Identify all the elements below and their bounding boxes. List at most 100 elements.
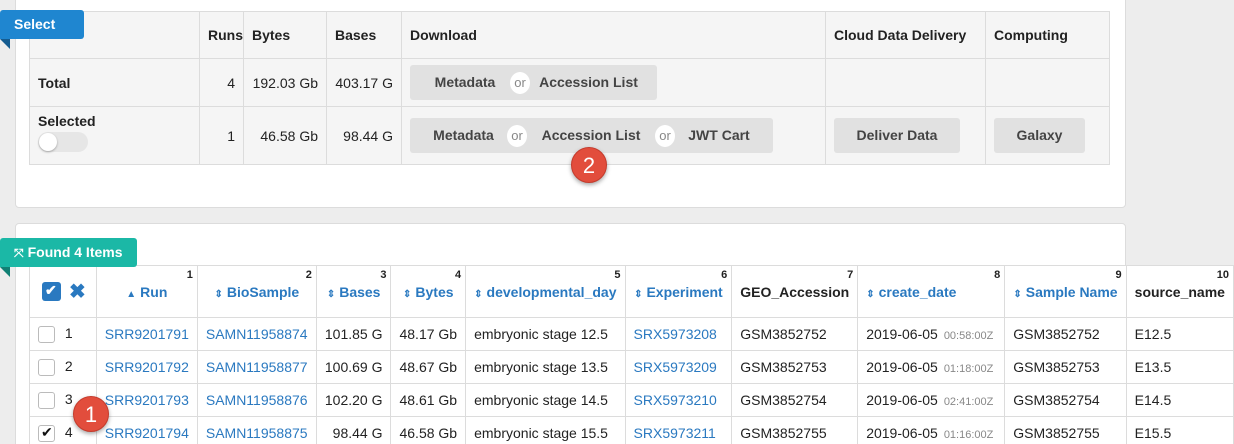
bytes-value: 48.67 Gb [390,350,467,384]
selected-runs: 1 [199,106,244,165]
selected-download-group: Metadata or Accession List or JWT Cart [410,118,817,153]
row-checkbox[interactable] [38,424,55,442]
total-download-cell: Metadata or Accession List [401,58,826,107]
geo-accession-value: GSM3852753 [731,350,859,384]
selected-cloud-cell: Deliver Data [825,106,986,165]
total-runs: 4 [199,58,244,107]
table-row: 2 SRR9201792 SAMN11958877 100.69 G 48.67… [29,350,1234,384]
row-number: 3 [64,391,73,408]
expand-icon: ⤧ [14,246,24,260]
total-download-group: Metadata or Accession List [410,65,817,100]
total-bytes: 192.03 Gb [243,58,327,107]
bytes-value: 46.58 Gb [390,416,467,444]
run-link[interactable]: SRR9201791 [95,317,198,351]
col-experiment[interactable]: 6 ⇕ Experiment [624,265,733,318]
row-number: 1 [64,325,73,342]
select-ribbon: Select [0,10,84,49]
geo-accession-value: GSM3852755 [731,416,859,444]
sample-name-value: GSM3852752 [1004,317,1127,351]
selected-computing-cell: Galaxy [985,106,1110,165]
row-select-cell: 1 [29,317,97,351]
developmental-day-value: embryonic stage 14.5 [465,383,626,417]
table-row: 1 SRR9201791 SAMN11958874 101.85 G 48.17… [29,317,1234,351]
total-metadata-button[interactable]: Metadata [410,65,520,100]
bytes-value: 48.61 Gb [390,383,467,417]
selected-metadata-button[interactable]: Metadata [410,118,517,153]
run-link[interactable]: SRR9201793 [95,383,198,417]
col-source-name[interactable]: 10 source_name [1125,265,1234,318]
summary-header-runs: Runs [199,11,244,59]
bytes-value: 48.17 Gb [390,317,467,351]
source-name-value: E12.5 [1125,317,1234,351]
deliver-data-button[interactable]: Deliver Data [834,118,960,153]
bases-value: 98.44 G [315,416,392,444]
col-geo-accession[interactable]: 7 GEO_Accession [731,265,859,318]
developmental-day-value: embryonic stage 15.5 [465,416,626,444]
row-checkbox[interactable] [38,358,55,376]
run-link[interactable]: SRR9201794 [95,416,198,444]
table-row: 4 SRR9201794 SAMN11958875 98.44 G 46.58 … [29,416,1234,444]
results-table: ✖ 1▲Run 2⇕BioSample 3⇕Bases 4⇕Bytes 5⇕de… [29,265,1234,444]
summary-row-total: Total 4 192.03 Gb 403.17 G Metadata or A… [29,58,1110,107]
source-name-value: E13.5 [1125,350,1234,384]
row-checkbox[interactable] [38,325,55,343]
selected-bytes: 46.58 Gb [243,106,327,165]
col-sample-name[interactable]: 9 ⇕ Sample Name [1004,265,1127,318]
select-all-checkbox[interactable] [42,282,61,301]
bases-value: 101.85 G [315,317,392,351]
step-marker-1: 1 [73,396,109,432]
row-number: 4 [64,424,73,441]
galaxy-button[interactable]: Galaxy [994,118,1085,153]
summary-header-download: Download [401,11,826,59]
col-run[interactable]: 1 ▲ Run [95,265,198,318]
row-select-cell: 2 [29,350,97,384]
selected-download-cell: Metadata or Accession List or JWT Cart [401,106,826,165]
developmental-day-value: embryonic stage 12.5 [465,317,626,351]
run-link[interactable]: SRR9201792 [95,350,198,384]
biosample-link[interactable]: SAMN11958874 [196,317,317,351]
source-name-value: E14.5 [1125,383,1234,417]
col-create-date[interactable]: 8 ⇕ create_date [857,265,1006,318]
clear-selection-icon[interactable]: ✖ [69,281,86,303]
geo-accession-value: GSM3852752 [731,317,859,351]
total-bases: 403.17 G [326,58,402,107]
source-name-value: E15.5 [1125,416,1234,444]
experiment-link[interactable]: SRX5973211 [624,416,733,444]
geo-accession-value: GSM3852754 [731,383,859,417]
biosample-link[interactable]: SAMN11958876 [196,383,317,417]
selected-toggle[interactable] [38,132,88,152]
row-checkbox[interactable] [38,391,55,409]
jwt-cart-button[interactable]: JWT Cart [665,118,773,153]
biosample-link[interactable]: SAMN11958877 [196,350,317,384]
biosample-link[interactable]: SAMN11958875 [196,416,317,444]
col-biosample[interactable]: 2 ⇕ BioSample [196,265,317,318]
create-date-value: 2019-06-05 01:18:00Z [857,350,1006,384]
experiment-link[interactable]: SRX5973208 [624,317,733,351]
bases-value: 102.20 G [315,383,392,417]
summary-header-computing: Computing [985,11,1110,59]
summary-table: Runs Bytes Bases Download Cloud Data Del… [29,11,1110,165]
summary-header-cloud: Cloud Data Delivery [825,11,986,59]
selected-bases: 98.44 G [326,106,402,165]
col-bytes[interactable]: 4 ⇕ Bytes [390,265,467,318]
toggle-knob [39,133,57,151]
found-items-ribbon: ⤧ Found 4 Items [0,238,137,277]
sample-name-value: GSM3852753 [1004,350,1127,384]
summary-header-bases: Bases [326,11,402,59]
experiment-link[interactable]: SRX5973209 [624,350,733,384]
col-developmental-day[interactable]: 5 ⇕ developmental_day [465,265,626,318]
developmental-day-value: embryonic stage 13.5 [465,350,626,384]
col-bases[interactable]: 3 ⇕ Bases [315,265,392,318]
create-date-value: 2019-06-05 00:58:00Z [857,317,1006,351]
selected-label: Selected [38,113,96,129]
table-row: 3 SRR9201793 SAMN11958876 102.20 G 48.61… [29,383,1234,417]
bases-value: 100.69 G [315,350,392,384]
experiment-link[interactable]: SRX5973210 [624,383,733,417]
total-accession-list-button[interactable]: Accession List [520,65,657,100]
create-date-value: 2019-06-05 01:16:00Z [857,416,1006,444]
summary-row-selected: Selected 1 46.58 Gb 98.44 G Metadata or … [29,106,1110,165]
step-marker-2: 2 [571,147,607,183]
sample-name-value: GSM3852755 [1004,416,1127,444]
total-computing-cell [985,58,1110,107]
selected-cell: Selected [29,106,200,165]
